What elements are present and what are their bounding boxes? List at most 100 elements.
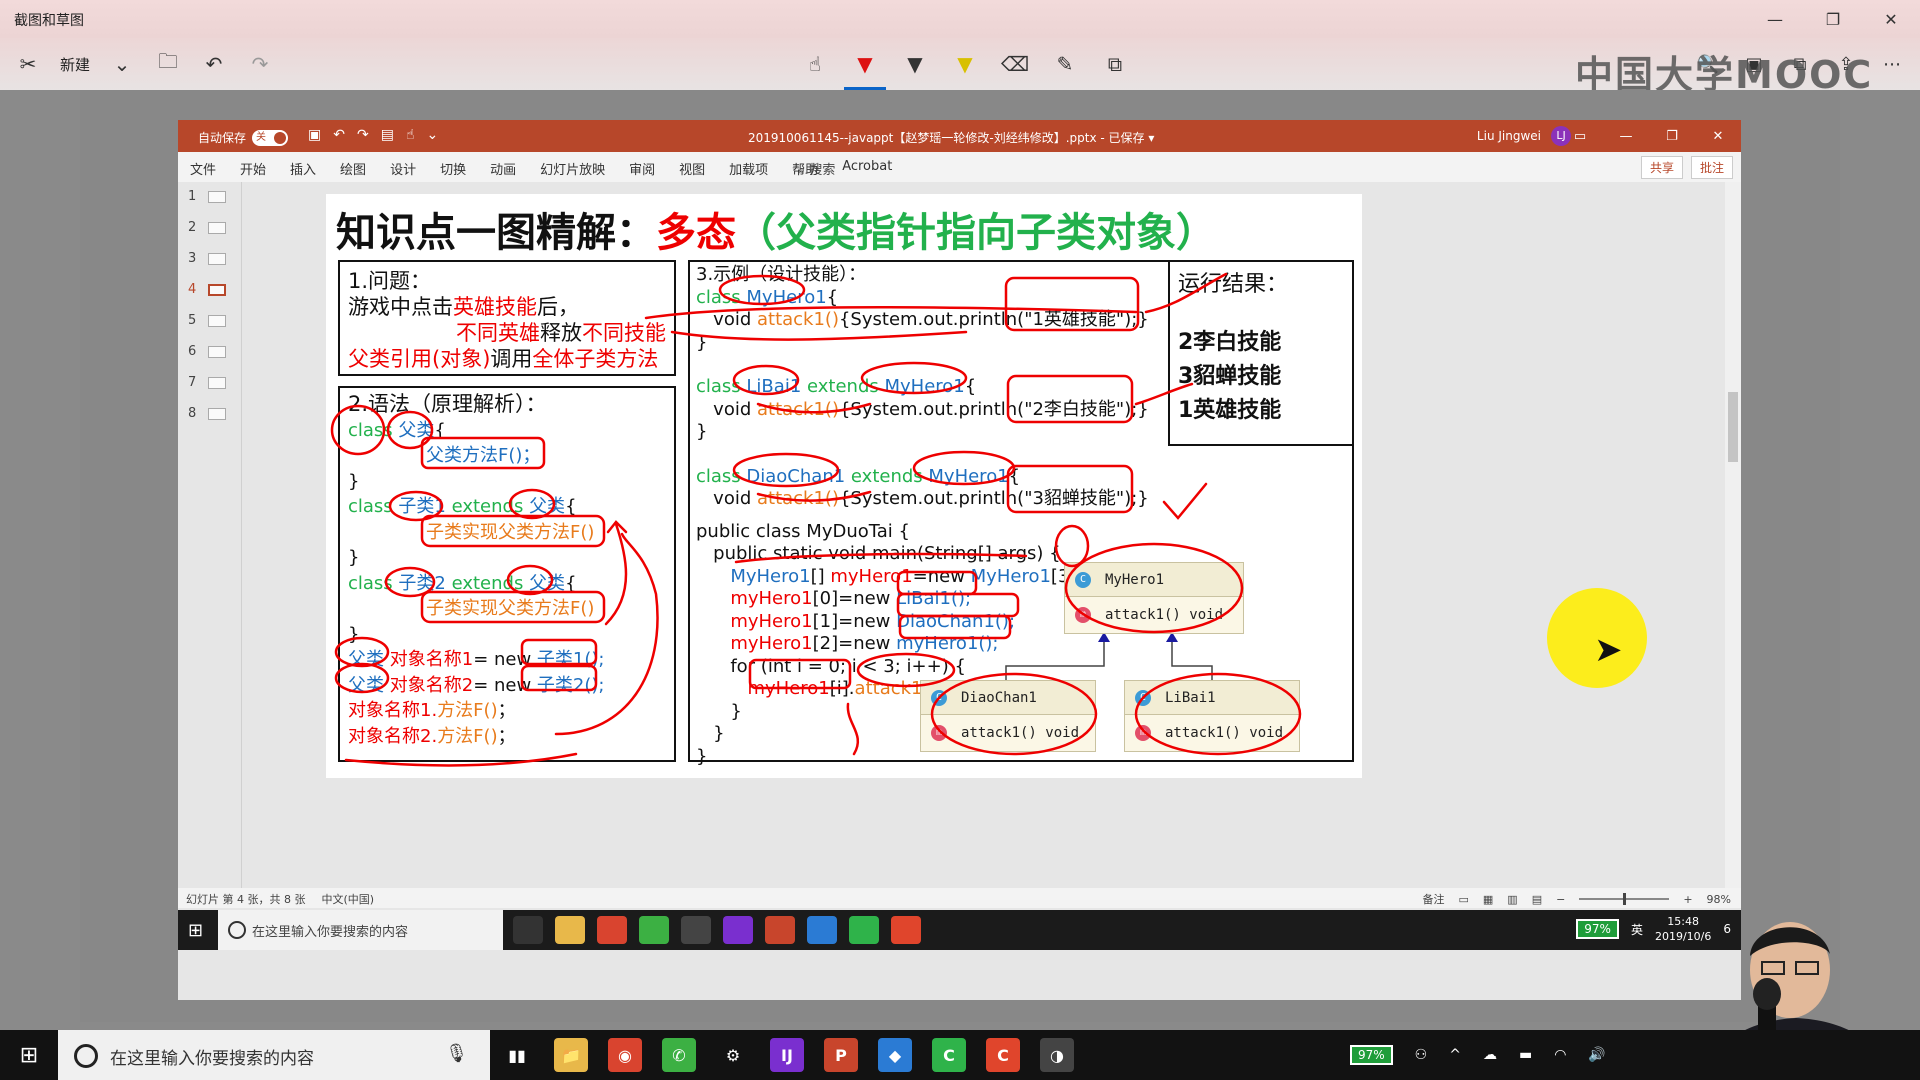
- language[interactable]: 中文(中国): [321, 891, 374, 907]
- tab-file[interactable]: 文件: [190, 159, 216, 178]
- slide-thumbnail[interactable]: 3: [178, 244, 241, 275]
- minimize-button[interactable]: —: [1603, 120, 1649, 152]
- code-token: {: [964, 376, 977, 397]
- tab-transitions[interactable]: 切换: [440, 159, 466, 178]
- tab-addins[interactable]: 加载项: [729, 159, 768, 178]
- tab-review[interactable]: 审阅: [629, 159, 655, 178]
- device-icon[interactable]: ▬: [1519, 1047, 1532, 1063]
- chevron-up-icon[interactable]: ^: [1449, 1047, 1461, 1063]
- uml-method: m attack1() void: [1065, 597, 1243, 633]
- text-line: 游戏中点击英雄技能后，: [348, 294, 666, 320]
- slideshow-view-icon[interactable]: ▤: [1532, 893, 1542, 906]
- slide-thumbnail[interactable]: 8: [178, 399, 241, 430]
- wechat-icon[interactable]: ✆: [662, 1038, 696, 1072]
- close-button[interactable]: ✕: [1695, 120, 1741, 152]
- document-name[interactable]: 201910061145--javappt【赵梦瑶一轮修改-刘经纬修改】.ppt…: [748, 129, 1154, 146]
- tab-slideshow[interactable]: 幻灯片放映: [540, 159, 605, 178]
- new-button[interactable]: 新建: [60, 54, 90, 75]
- zoom-slider[interactable]: [1579, 893, 1670, 905]
- title-part: 多态: [656, 210, 736, 256]
- redo-icon[interactable]: ↷: [357, 127, 369, 143]
- scrollbar-thumb[interactable]: [1728, 392, 1738, 462]
- present-icon[interactable]: ▤: [381, 127, 394, 143]
- tab-insert[interactable]: 插入: [290, 159, 316, 178]
- taskbar-search[interactable]: 在这里输入你要搜索的内容 🎙: [58, 1030, 490, 1080]
- slide-thumbnail[interactable]: 2: [178, 213, 241, 244]
- more-icon[interactable]: ⋯: [1878, 50, 1906, 78]
- slide-thumbnail-active[interactable]: 4: [178, 275, 241, 306]
- highlighter-icon[interactable]: ▼: [950, 48, 980, 80]
- ribbon-display-icon[interactable]: ▭: [1557, 120, 1603, 152]
- windows-start-icon[interactable]: ⊞: [0, 1030, 58, 1080]
- close-button[interactable]: ✕: [1862, 0, 1920, 38]
- tab-home[interactable]: 开始: [240, 159, 266, 178]
- method-badge-icon: m: [931, 725, 947, 741]
- tab-design[interactable]: 设计: [390, 159, 416, 178]
- app-icon[interactable]: ◆: [878, 1038, 912, 1072]
- open-folder-icon[interactable]: 🗀: [154, 49, 182, 78]
- code-token: {: [434, 419, 446, 441]
- wechat-icon: [639, 916, 669, 944]
- new-snip-icon[interactable]: ✂: [14, 50, 42, 78]
- code-token: 父类: [348, 674, 384, 696]
- save-icon[interactable]: ▣: [308, 127, 321, 143]
- autosave-toggle[interactable]: 关: [252, 129, 289, 146]
- code-token: ；: [497, 725, 516, 747]
- code-token: 方法F(): [437, 725, 498, 747]
- wifi-icon[interactable]: ◠: [1554, 1047, 1566, 1063]
- volume-icon[interactable]: 🔊: [1588, 1047, 1605, 1063]
- snip-sketch-icon[interactable]: ◑: [1040, 1038, 1074, 1072]
- ribbon-search[interactable]: ⌕ 搜索: [798, 159, 835, 178]
- task-view-icon[interactable]: ▮▮: [500, 1038, 534, 1072]
- snip-canvas[interactable]: 自动保存 关 ▣ ↶ ↷ ▤ ☝ ⌄ 201910061145--javappt…: [80, 90, 1840, 1022]
- notes-button[interactable]: 备注: [1422, 891, 1444, 907]
- cloud-icon[interactable]: ☁: [1483, 1047, 1497, 1063]
- ballpoint-pen-icon[interactable]: ▼: [844, 48, 886, 90]
- autosave[interactable]: 自动保存 关: [198, 129, 289, 146]
- minimize-button[interactable]: —: [1746, 0, 1804, 38]
- slide-thumbnail[interactable]: 1: [178, 182, 241, 213]
- slide[interactable]: 知识点一图精解：多态（父类指针指向子类对象） 1.问题： 游戏中点击英雄技能后，…: [326, 194, 1362, 778]
- slide-number: 3: [188, 251, 197, 266]
- restore-button[interactable]: ❐: [1649, 120, 1695, 152]
- tab-animations[interactable]: 动画: [490, 159, 516, 178]
- maximize-button[interactable]: ❐: [1804, 0, 1862, 38]
- chrome-icon[interactable]: ◉: [608, 1038, 642, 1072]
- sorter-view-icon[interactable]: ▦: [1483, 893, 1493, 906]
- touch-writing-icon[interactable]: ☝: [800, 48, 830, 80]
- customize-qat-icon[interactable]: ⌄: [426, 127, 438, 143]
- tab-acrobat[interactable]: Acrobat: [842, 159, 892, 178]
- chevron-down-icon[interactable]: ⌄: [108, 50, 136, 78]
- file-explorer-icon[interactable]: 📁: [554, 1038, 588, 1072]
- pencil-icon[interactable]: ▼: [900, 48, 930, 80]
- code-token: []: [810, 565, 831, 587]
- user-name[interactable]: Liu Jingwei: [1477, 129, 1541, 143]
- intellij-icon[interactable]: IJ: [770, 1038, 804, 1072]
- ruler-icon[interactable]: ✎: [1050, 48, 1080, 80]
- tab-view[interactable]: 视图: [679, 159, 705, 178]
- undo-icon[interactable]: ↶: [333, 127, 345, 143]
- normal-view-icon[interactable]: ▭: [1458, 893, 1468, 906]
- reading-view-icon[interactable]: ▥: [1507, 893, 1517, 906]
- settings-icon[interactable]: ⚙: [716, 1038, 750, 1072]
- people-icon[interactable]: ⚇: [1415, 1047, 1428, 1063]
- battery-indicator[interactable]: 97%: [1350, 1045, 1393, 1065]
- slide-thumbnail[interactable]: 6: [178, 337, 241, 368]
- camtasia-icon[interactable]: C: [932, 1038, 966, 1072]
- file-explorer-icon: [555, 916, 585, 944]
- camtasia-recorder-icon[interactable]: C: [986, 1038, 1020, 1072]
- redo-icon[interactable]: ↷: [246, 50, 274, 78]
- undo-icon[interactable]: ↶: [200, 50, 228, 78]
- zoom-out-icon[interactable]: −: [1556, 893, 1565, 906]
- slide-thumbnail[interactable]: 5: [178, 306, 241, 337]
- tab-draw[interactable]: 绘图: [340, 159, 366, 178]
- crop-icon[interactable]: ⧉: [1100, 48, 1130, 80]
- microphone-icon[interactable]: 🎙: [445, 1043, 468, 1064]
- share-button[interactable]: 共享: [1640, 156, 1683, 179]
- touch-mode-icon[interactable]: ☝: [406, 127, 415, 143]
- comments-button[interactable]: 批注: [1690, 156, 1733, 179]
- vertical-scrollbar[interactable]: [1725, 182, 1741, 888]
- eraser-icon[interactable]: ⌫: [1000, 48, 1030, 80]
- powerpoint-icon[interactable]: P: [824, 1038, 858, 1072]
- slide-thumbnail[interactable]: 7: [178, 368, 241, 399]
